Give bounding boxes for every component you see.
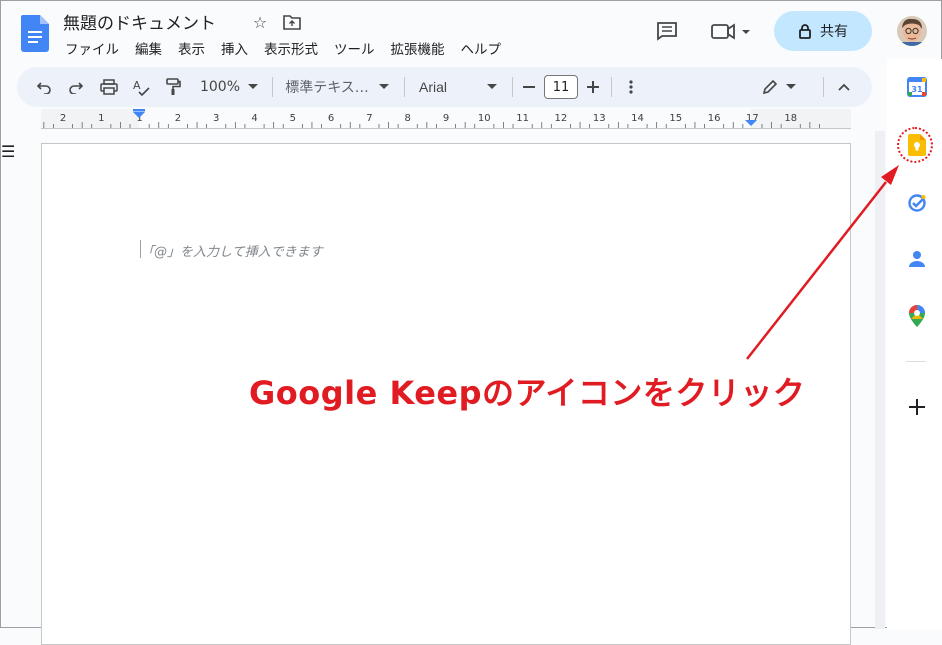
ruler-label: 7 — [366, 113, 372, 124]
menu-file[interactable]: ファイル — [57, 38, 127, 58]
pencil-icon — [762, 79, 778, 95]
toolbar-divider — [512, 77, 513, 97]
share-button[interactable]: 共有 — [774, 11, 872, 51]
decrease-font-size-icon[interactable] — [519, 67, 539, 107]
add-icon[interactable] — [903, 393, 931, 421]
toolbar: A 100% 標準テキス… Arial 11 — [17, 67, 872, 107]
comments-icon[interactable] — [653, 17, 681, 45]
calendar-day-label: 31 — [911, 85, 923, 94]
font-value: Arial — [419, 79, 448, 95]
docs-logo-icon[interactable] — [21, 15, 49, 52]
toolbar-divider — [272, 77, 273, 97]
style-value: 標準テキス… — [285, 80, 369, 96]
ruler-label: 11 — [516, 113, 529, 124]
ruler-label: 8 — [405, 113, 411, 124]
ruler-label: 3 — [213, 113, 219, 124]
increase-font-size-icon[interactable] — [583, 67, 603, 107]
font-select[interactable]: Arial — [413, 67, 503, 107]
ruler-label: 1 — [98, 113, 104, 124]
spellcheck-icon[interactable]: A — [127, 67, 155, 107]
menu-bar: ファイル 編集 表示 挿入 表示形式 ツール 拡張機能 ヘルプ — [57, 38, 509, 58]
chevron-down-icon — [487, 84, 497, 89]
chevron-down-icon — [378, 84, 389, 89]
more-options-icon[interactable] — [621, 67, 641, 107]
side-panel-divider — [906, 361, 926, 362]
menu-help[interactable]: ヘルプ — [453, 38, 510, 58]
ruler-label: 10 — [478, 113, 491, 124]
ruler-label: 2 — [60, 113, 66, 124]
share-label: 共有 — [820, 24, 848, 40]
svg-text:A: A — [133, 79, 141, 92]
ruler-label: 14 — [631, 113, 644, 124]
ruler-label: 13 — [593, 113, 606, 124]
menu-tools[interactable]: ツール — [326, 38, 383, 58]
avatar[interactable] — [897, 16, 927, 46]
undo-icon[interactable] — [31, 67, 57, 107]
font-size-input[interactable]: 11 — [544, 75, 578, 99]
menu-edit[interactable]: 編集 — [127, 38, 170, 58]
toolbar-divider — [823, 77, 824, 97]
first-line-indent-marker[interactable] — [133, 109, 145, 112]
annotation-caption: Google Keepのアイコンをクリック — [249, 374, 806, 412]
redo-icon[interactable] — [63, 67, 89, 107]
insert-hint-placeholder: 「@」を入力して挿入できます — [141, 245, 323, 260]
move-to-folder-icon[interactable] — [282, 12, 302, 32]
ruler-label: 5 — [290, 113, 296, 124]
zoom-value: 100% — [199, 79, 241, 95]
keep-highlight-circle — [897, 127, 933, 163]
menu-view[interactable]: 表示 — [170, 38, 213, 58]
ruler-label: 6 — [328, 113, 334, 124]
zoom-select[interactable]: 100% — [193, 67, 265, 107]
ruler-label: 2 — [175, 113, 181, 124]
chevron-down-icon — [248, 84, 259, 89]
ruler-label: 4 — [251, 113, 257, 124]
ruler-label: 18 — [784, 113, 797, 124]
chevron-down-icon — [786, 84, 796, 89]
meet-icon[interactable] — [709, 17, 755, 45]
hide-menus-icon[interactable] — [833, 67, 855, 107]
document-outline-icon[interactable]: ☰ — [1, 144, 17, 160]
calendar-icon[interactable]: 31 — [903, 73, 931, 101]
contacts-icon[interactable] — [903, 245, 931, 273]
menu-extensions[interactable]: 拡張機能 — [383, 38, 453, 58]
print-icon[interactable] — [95, 67, 123, 107]
vertical-scrollbar[interactable] — [875, 131, 885, 629]
editing-mode-select[interactable] — [757, 67, 801, 107]
toolbar-divider — [611, 77, 612, 97]
ruler-label: 9 — [443, 113, 449, 124]
ruler-label: 15 — [669, 113, 682, 124]
ruler-label: 12 — [555, 113, 568, 124]
document-title[interactable]: 無題のドキュメント — [63, 9, 216, 34]
toolbar-divider — [404, 77, 405, 97]
menu-insert[interactable]: 挿入 — [213, 38, 256, 58]
ruler[interactable]: 2 1 1 2 3 4 5 6 7 8 9 10 11 12 13 14 15 16 17 18 — [41, 109, 851, 129]
menu-format[interactable]: 表示形式 — [256, 38, 326, 58]
star-icon[interactable]: ☆ — [250, 12, 270, 32]
maps-icon[interactable] — [903, 302, 931, 330]
ruler-label: 16 — [708, 113, 721, 124]
lock-icon — [799, 24, 811, 39]
tasks-icon[interactable] — [903, 189, 931, 217]
paint-format-icon[interactable] — [159, 67, 187, 107]
style-select[interactable]: 標準テキス… — [281, 67, 393, 107]
